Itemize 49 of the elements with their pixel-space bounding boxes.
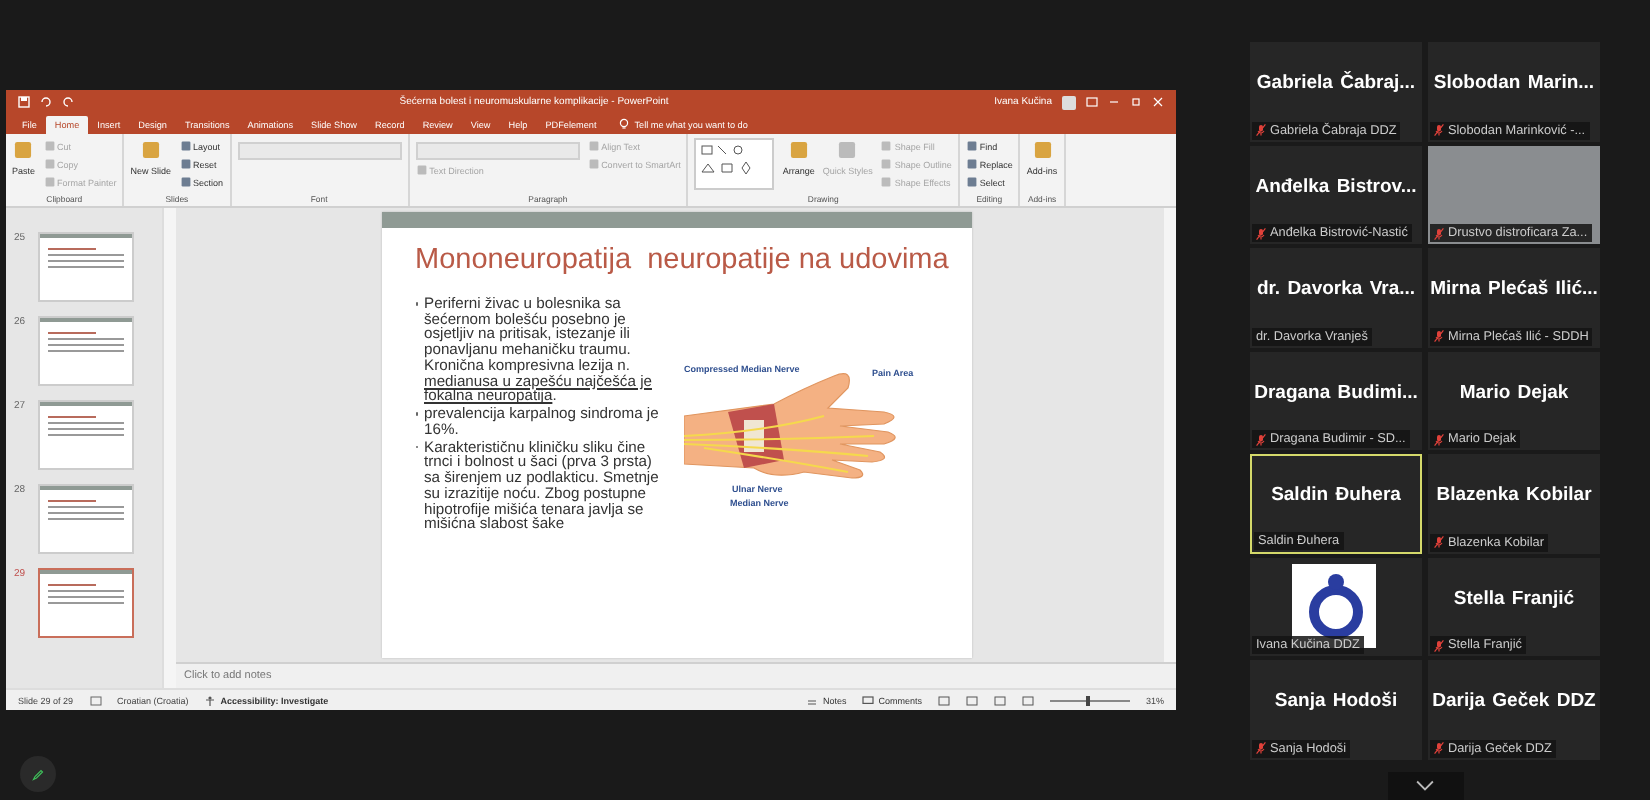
participant-name: Stella Franjić bbox=[1453, 587, 1575, 610]
chevron-down-icon bbox=[1416, 779, 1434, 792]
notes-icon bbox=[806, 695, 819, 705]
participant-name: Slobodan Marin... bbox=[1433, 72, 1595, 95]
shapes-gallery[interactable] bbox=[694, 138, 775, 190]
slide-thumbnail[interactable] bbox=[38, 232, 134, 302]
normal-view-icon[interactable] bbox=[937, 695, 950, 705]
participant-name: Mirna Plećaš Ilić... bbox=[1430, 278, 1598, 301]
slide-thumbnail[interactable] bbox=[38, 316, 134, 386]
undo-icon[interactable] bbox=[40, 96, 52, 108]
participant-name: dr. Davorka Vra... bbox=[1256, 278, 1416, 301]
slide-sorter-icon[interactable] bbox=[965, 695, 978, 705]
ribbon-options-icon[interactable] bbox=[1086, 96, 1098, 108]
restore-icon[interactable] bbox=[1130, 96, 1142, 108]
reading-view-icon[interactable] bbox=[993, 695, 1006, 705]
slide-title: Mononeuropatija neuropatije na udovima bbox=[413, 242, 951, 276]
close-icon[interactable] bbox=[1152, 96, 1164, 108]
scrollbar[interactable] bbox=[162, 208, 176, 688]
minimize-icon[interactable] bbox=[1108, 96, 1120, 108]
user-avatar[interactable] bbox=[1062, 95, 1076, 109]
annotate-button[interactable] bbox=[20, 756, 56, 792]
participant-name: Anđelka Bistrov... bbox=[1255, 175, 1417, 198]
participant-name: Dragana Budimi... bbox=[1254, 381, 1418, 404]
accessibility-icon bbox=[204, 695, 217, 705]
participant-name: Blazenka Kobilar bbox=[1436, 484, 1592, 507]
comment-icon bbox=[862, 695, 875, 705]
lightbulb-icon bbox=[618, 118, 631, 130]
pen-icon bbox=[32, 765, 44, 783]
command-icon bbox=[139, 138, 162, 162]
command-icon bbox=[836, 138, 859, 162]
slide-thumbnail[interactable] bbox=[38, 484, 134, 554]
slide-thumbnail[interactable] bbox=[38, 400, 134, 470]
participant-name: Gabriela Čabraj... bbox=[1256, 72, 1416, 95]
redo-icon[interactable] bbox=[62, 96, 74, 108]
save-icon[interactable] bbox=[18, 96, 30, 108]
show-more-button[interactable] bbox=[1387, 771, 1463, 800]
spellcheck-icon[interactable] bbox=[89, 695, 102, 705]
participant-name: Sanja Hodoši bbox=[1274, 690, 1398, 713]
command-icon bbox=[12, 138, 35, 162]
command-icon bbox=[787, 138, 810, 162]
participant-name: Darija Geček DDZ bbox=[1432, 690, 1596, 713]
command-icon bbox=[415, 164, 428, 176]
command-icon bbox=[1031, 138, 1054, 162]
zoom-slider-thumb[interactable] bbox=[1085, 695, 1090, 705]
participant-name: Mario Dejak bbox=[1459, 381, 1569, 404]
participant-name: Saldin Đuhera bbox=[1271, 484, 1401, 507]
scrollbar[interactable] bbox=[1164, 208, 1176, 662]
slideshow-icon[interactable] bbox=[1021, 695, 1034, 705]
slide-thumbnail[interactable] bbox=[38, 568, 134, 638]
